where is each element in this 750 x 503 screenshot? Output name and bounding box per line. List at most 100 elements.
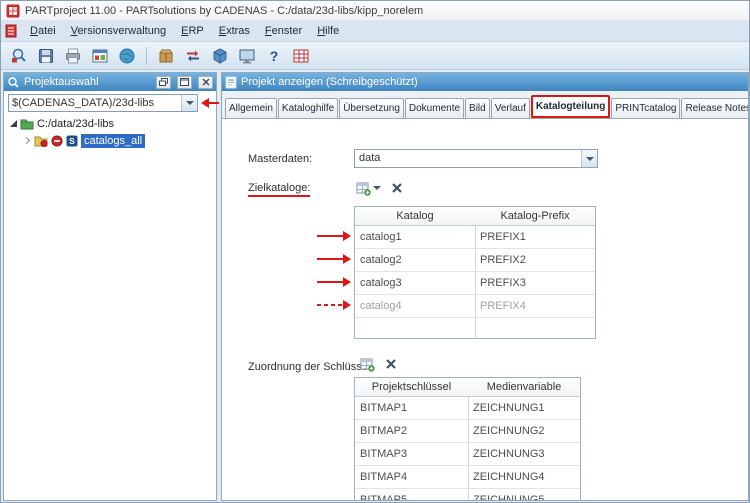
remove-key-mapping-button[interactable] (383, 354, 399, 374)
key-cell[interactable]: BITMAP1 (355, 397, 468, 419)
chevron-down-icon (373, 186, 381, 190)
key-cell[interactable]: BITMAP5 (355, 489, 468, 500)
tab-bild[interactable]: Bild (465, 98, 490, 118)
menu-datei[interactable]: Datei (23, 22, 63, 40)
prefix-cell[interactable]: PREFIX1 (475, 226, 595, 248)
tab-dokumente[interactable]: Dokumente (404, 98, 465, 118)
table-row: BITMAP2 ZEICHNUNG2 (355, 420, 580, 443)
menu-fenster[interactable]: Fenster (258, 22, 309, 40)
replicate-button[interactable] (181, 44, 205, 67)
prefix-cell[interactable]: PREFIX2 (475, 249, 595, 271)
report-button[interactable] (88, 44, 112, 67)
project-tree: C:/data/23d-libs S catalogs_all (4, 115, 216, 149)
tab-uebersetzung[interactable]: Übersetzung (339, 98, 404, 118)
key-cell[interactable]: BITMAP4 (355, 466, 468, 488)
monitor-button[interactable] (235, 44, 259, 67)
toolbar-separator (146, 46, 147, 65)
key-mapping-table: Projektschlüssel Medienvariable BITMAP1 … (354, 377, 581, 500)
tab-katalogteilung[interactable]: Katalogteilung (530, 95, 611, 118)
replicate-icon (187, 50, 199, 61)
project-view-panel: Projekt anzeigen (Schreibgeschützt) Allg… (221, 72, 749, 501)
table-row: BITMAP3 ZEICHNUNG3 (355, 443, 580, 466)
expander-open-icon[interactable] (10, 120, 17, 127)
left-panel-title: Projektauswahl (24, 76, 99, 88)
table-header-row: Projektschlüssel Medienvariable (355, 378, 580, 397)
key-cell[interactable]: BITMAP2 (355, 420, 468, 442)
tree-child-row[interactable]: S catalogs_all (4, 132, 216, 149)
prefix-cell[interactable]: PREFIX4 (475, 295, 595, 317)
panel-close-button[interactable] (198, 75, 213, 89)
variable-cell[interactable]: ZEICHNUNG2 (468, 420, 580, 442)
add-table-icon (360, 358, 375, 372)
variable-cell[interactable]: ZEICHNUNG3 (468, 443, 580, 465)
annotation-arrow-head (343, 277, 351, 287)
panel-maximize-button[interactable] (177, 75, 192, 89)
package-icon (159, 49, 173, 62)
prefix-cell[interactable]: PREFIX3 (475, 272, 595, 294)
svn-status-icon: S (66, 135, 78, 146)
menu-versionsverwaltung[interactable]: Versionsverwaltung (64, 22, 173, 40)
table-row: BITMAP5 ZEICHNUNG5 (355, 489, 580, 500)
app-icon (6, 4, 20, 17)
catalog-cell[interactable]: catalog4 (355, 295, 475, 317)
catalog-cell[interactable]: catalog2 (355, 249, 475, 271)
help-button[interactable]: ? (262, 44, 286, 67)
right-panel-title: Projekt anzeigen (Schreibgeschützt) (241, 76, 418, 88)
panel-float-button[interactable] (156, 75, 171, 89)
chevron-down-icon (185, 101, 194, 105)
catalog-cell[interactable]: catalog1 (355, 226, 475, 248)
help-icon: ? (270, 48, 279, 64)
menu-hilfe[interactable]: Hilfe (310, 22, 346, 40)
variable-cell[interactable]: ZEICHNUNG5 (468, 489, 580, 500)
cube-button[interactable] (208, 44, 232, 67)
document-icon (5, 24, 17, 38)
annotation-arrow-row1 (317, 230, 351, 242)
menu-extras[interactable]: Extras (212, 22, 257, 40)
catalog-cell[interactable]: catalog3 (355, 272, 475, 294)
add-target-catalog-button[interactable] (354, 178, 383, 198)
print-button[interactable] (61, 44, 85, 67)
online-button[interactable] (115, 44, 139, 67)
status-red-icon (51, 134, 63, 147)
masterdaten-dropdown-button[interactable] (581, 150, 597, 167)
add-key-mapping-button[interactable] (358, 354, 377, 374)
menu-erp[interactable]: ERP (174, 22, 211, 40)
quality-table-button[interactable] (289, 44, 313, 67)
annotation-arrow-head (343, 300, 351, 310)
annotation-arrow-shaft (317, 281, 343, 283)
column-header-medienvariable: Medienvariable (486, 381, 562, 393)
folder-root-icon (20, 119, 34, 130)
remove-target-catalog-button[interactable] (389, 178, 405, 198)
monitor-icon (239, 49, 255, 63)
cube-icon (213, 47, 227, 64)
maximize-icon (180, 78, 189, 86)
annotation-arrow-row3 (317, 276, 351, 288)
save-button[interactable] (34, 44, 58, 67)
table-row: BITMAP4 ZEICHNUNG4 (355, 466, 580, 489)
window-title: PARTproject 11.00 - PARTsolutions by CAD… (25, 4, 424, 17)
variable-cell[interactable]: ZEICHNUNG1 (468, 397, 580, 419)
key-table-toolbar (358, 354, 399, 374)
zuordnung-label: Zuordnung der Schlüssel: (248, 361, 374, 373)
variable-cell[interactable]: ZEICHNUNG4 (468, 466, 580, 488)
globe-icon (119, 48, 135, 63)
key-cell[interactable]: BITMAP3 (355, 443, 468, 465)
title-bar: PARTproject 11.00 - PARTsolutions by CAD… (1, 1, 749, 21)
tab-kataloghilfe[interactable]: Kataloghilfe (277, 98, 339, 118)
tab-release-notes[interactable]: Release Notes (681, 98, 748, 118)
print-icon (66, 48, 80, 63)
tab-verlauf[interactable]: Verlauf (490, 98, 530, 118)
masterdaten-select[interactable]: data (354, 149, 598, 168)
tree-child-label[interactable]: catalogs_all (81, 133, 146, 148)
table-row: catalog2 PREFIX2 (355, 249, 595, 272)
tree-root-row[interactable]: C:/data/23d-libs (4, 115, 216, 132)
tab-printcatalog[interactable]: PRINTcatalog (611, 98, 681, 118)
package-button[interactable] (154, 44, 178, 67)
project-search-button[interactable] (7, 44, 31, 67)
quality-table-icon (293, 49, 309, 62)
tab-allgemein[interactable]: Allgemein (225, 98, 277, 118)
expander-closed-icon[interactable] (22, 136, 31, 145)
path-combobox[interactable]: $(CADENAS_DATA)/23d-libs (8, 94, 198, 112)
path-combo-dropdown-button[interactable] (181, 95, 197, 111)
target-catalog-table: Katalog Katalog-Prefix catalog1 PREFIX1 … (354, 206, 596, 339)
